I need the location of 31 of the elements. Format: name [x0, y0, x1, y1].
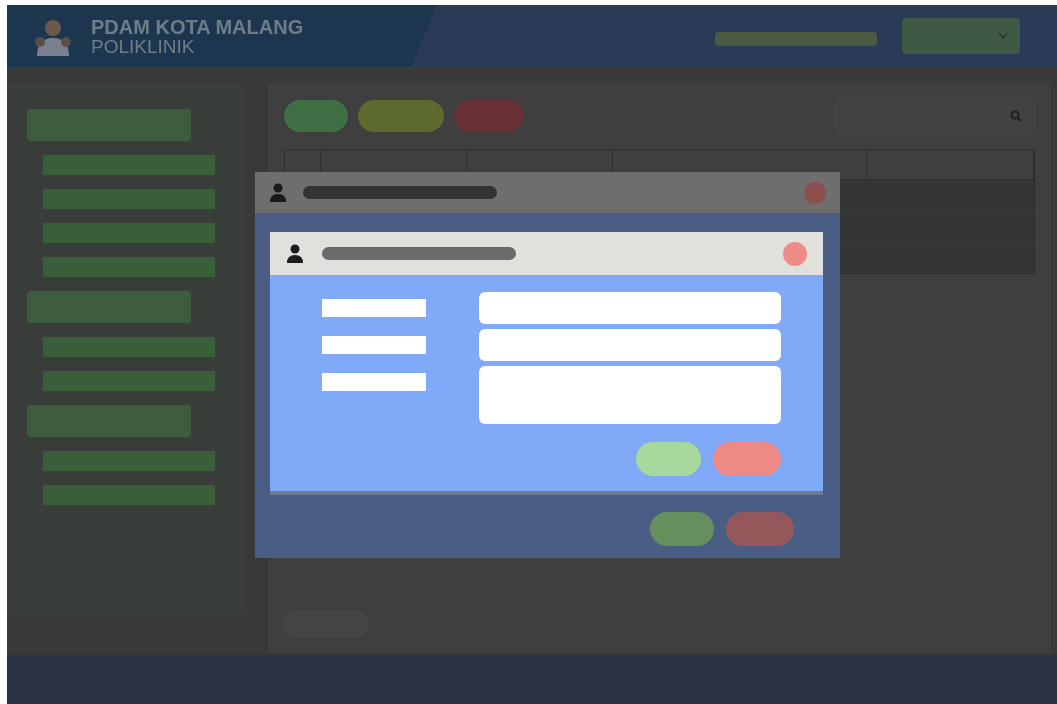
sidebar-item[interactable] — [43, 189, 215, 209]
sidebar-heading[interactable] — [27, 109, 191, 141]
sidebar-item[interactable] — [43, 223, 215, 243]
user-dropdown[interactable] — [902, 18, 1020, 54]
sidebar-heading[interactable] — [27, 405, 191, 437]
text-area[interactable] — [479, 366, 781, 424]
toolbar-button[interactable] — [454, 100, 524, 132]
search-icon — [1010, 110, 1022, 122]
toolbar-button[interactable] — [284, 100, 348, 132]
sidebar-item[interactable] — [43, 337, 215, 357]
dialog-button[interactable] — [726, 512, 794, 546]
sidebar-item[interactable] — [43, 155, 215, 175]
dialog-button[interactable] — [650, 512, 714, 546]
sidebar-item[interactable] — [43, 371, 215, 391]
chevron-down-icon — [998, 32, 1008, 40]
text-field[interactable] — [479, 329, 781, 361]
dialog-button[interactable] — [713, 442, 781, 476]
app-title: PDAM KOTA MALANG — [91, 16, 304, 37]
sidebar-item[interactable] — [43, 451, 215, 471]
text-field[interactable] — [479, 292, 781, 324]
search-field[interactable] — [835, 97, 1035, 135]
sidebar-heading[interactable] — [27, 291, 191, 323]
user-icon — [286, 243, 304, 264]
dialog-button[interactable] — [636, 442, 701, 476]
close-button[interactable] — [804, 181, 826, 204]
user-icon — [269, 182, 287, 203]
app-subtitle: POLIKLINIK — [91, 36, 196, 56]
toolbar-button[interactable] — [358, 100, 444, 132]
close-button[interactable] — [783, 241, 807, 266]
sidebar-item[interactable] — [43, 485, 215, 505]
sidebar-item[interactable] — [43, 257, 215, 277]
